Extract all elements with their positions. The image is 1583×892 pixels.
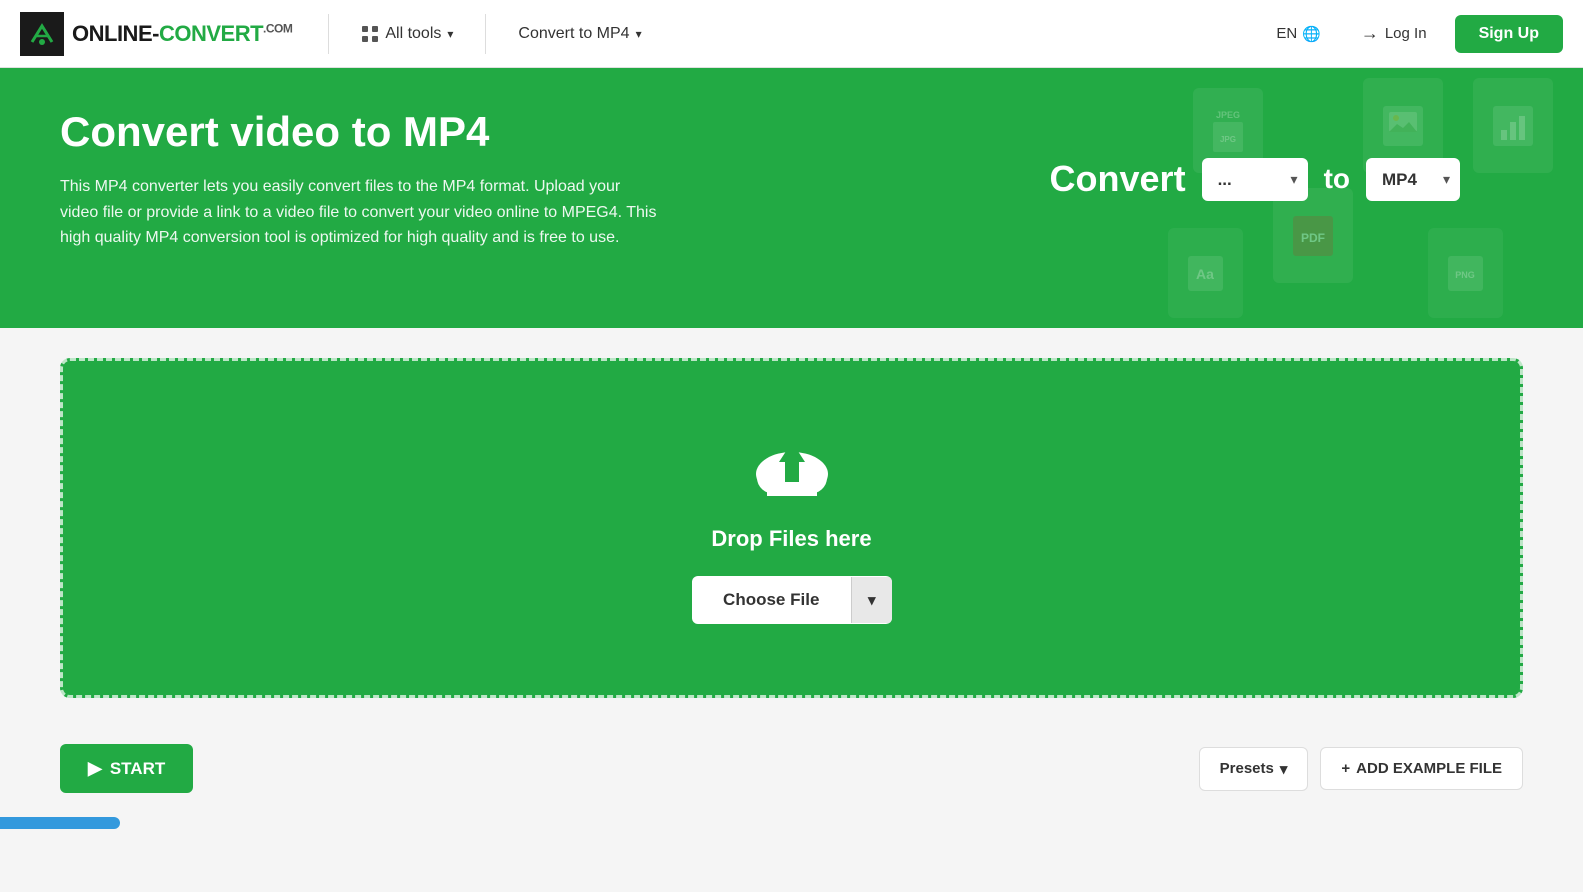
start-arrow-icon: ▶ bbox=[88, 758, 102, 779]
drop-files-text: Drop Files here bbox=[711, 526, 871, 552]
globe-icon: 🌐 bbox=[1302, 25, 1321, 43]
to-label: to bbox=[1324, 163, 1350, 195]
to-format-select[interactable]: MP4 AVI MOV MKV WMV FLV bbox=[1366, 158, 1460, 201]
presets-chevron-icon: ▾ bbox=[1280, 760, 1288, 778]
navbar: ONLINE-CONVERT.COM All tools ▾ Convert t… bbox=[0, 0, 1583, 68]
signup-button[interactable]: Sign Up bbox=[1455, 15, 1563, 53]
logo[interactable]: ONLINE-CONVERT.COM bbox=[20, 12, 292, 56]
to-format-wrapper[interactable]: MP4 AVI MOV MKV WMV FLV ▾ bbox=[1366, 158, 1460, 201]
from-format-wrapper[interactable]: ... AVI MOV MKV WMV FLV WEBM ▾ bbox=[1202, 158, 1308, 201]
hero-description: This MP4 converter lets you easily conve… bbox=[60, 174, 660, 251]
grid-icon bbox=[361, 25, 379, 43]
nav-divider2 bbox=[485, 14, 486, 54]
hero-title: Convert video to MP4 bbox=[60, 108, 990, 156]
login-arrow-icon: → bbox=[1361, 23, 1379, 44]
login-button[interactable]: → Log In bbox=[1345, 15, 1443, 52]
convert-label: Convert bbox=[1050, 158, 1186, 200]
hero-section: JPEG JPG PDF bbox=[0, 68, 1583, 328]
nav-divider bbox=[328, 14, 329, 54]
hero-text-block: Convert video to MP4 This MP4 converter … bbox=[60, 108, 990, 251]
start-button[interactable]: ▶ START bbox=[60, 744, 193, 793]
hero-content: Convert video to MP4 This MP4 converter … bbox=[60, 108, 1460, 251]
svg-text:PNG: PNG bbox=[1455, 270, 1475, 280]
language-button[interactable]: EN 🌐 bbox=[1264, 19, 1333, 49]
font-file-icon: Aa bbox=[1188, 256, 1223, 291]
navbar-right: EN 🌐 → Log In Sign Up bbox=[1264, 15, 1563, 53]
all-tools-button[interactable]: All tools ▾ bbox=[345, 17, 469, 51]
upload-dropzone[interactable]: Drop Files here Choose File ▾ bbox=[60, 358, 1523, 698]
add-icon: + bbox=[1341, 760, 1350, 777]
logo-text: ONLINE-CONVERT.COM bbox=[72, 21, 292, 47]
convert-to-mp4-button[interactable]: Convert to MP4 ▾ bbox=[502, 17, 657, 51]
hero-converter: Convert ... AVI MOV MKV WMV FLV WEBM ▾ t… bbox=[1050, 158, 1460, 201]
choose-file-dropdown-icon[interactable]: ▾ bbox=[851, 577, 892, 623]
logo-icon bbox=[20, 12, 64, 56]
svg-text:Aa: Aa bbox=[1196, 266, 1214, 282]
choose-file-label: Choose File bbox=[692, 576, 851, 624]
all-tools-chevron-icon: ▾ bbox=[447, 27, 453, 41]
png-file-icon: PNG bbox=[1448, 256, 1483, 291]
bottom-bar: ▶ START Presets ▾ + ADD EXAMPLE FILE bbox=[0, 728, 1583, 809]
bottom-right-actions: Presets ▾ + ADD EXAMPLE FILE bbox=[1199, 747, 1523, 791]
upload-icon bbox=[747, 432, 837, 502]
blue-progress-bar bbox=[0, 817, 120, 829]
add-example-button[interactable]: + ADD EXAMPLE FILE bbox=[1320, 747, 1523, 790]
upload-section: Drop Files here Choose File ▾ bbox=[0, 328, 1583, 728]
presets-button[interactable]: Presets ▾ bbox=[1199, 747, 1309, 791]
chart-file-icon bbox=[1493, 106, 1533, 146]
choose-file-button[interactable]: Choose File ▾ bbox=[692, 576, 892, 624]
from-format-select[interactable]: ... AVI MOV MKV WMV FLV WEBM bbox=[1202, 158, 1308, 201]
convert-mp4-chevron-icon: ▾ bbox=[636, 27, 642, 41]
